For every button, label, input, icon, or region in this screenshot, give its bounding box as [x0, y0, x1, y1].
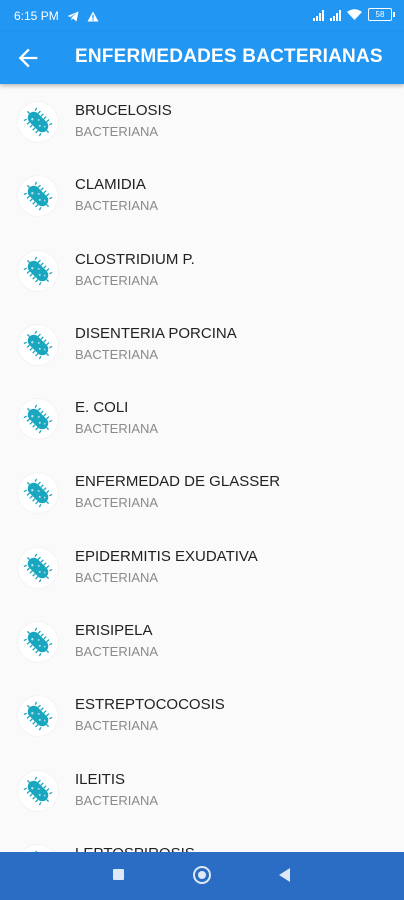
avatar: [18, 399, 58, 440]
list-item[interactable]: CLOSTRIDIUM P. BACTERIANA: [0, 233, 404, 307]
status-time: 6:15 PM: [14, 9, 59, 23]
list-item[interactable]: ENFERMEDAD DE GLASSER BACTERIANA: [0, 455, 404, 529]
item-title: ERISIPELA: [75, 622, 153, 640]
back-button[interactable]: [279, 868, 290, 882]
item-subtitle: BACTERIANA: [75, 198, 159, 214]
list-item[interactable]: DISENTERIA PORCINA BACTERIANA: [0, 307, 404, 381]
status-right: 58: [313, 8, 395, 21]
item-title: CLAMIDIA: [75, 176, 146, 194]
list-item[interactable]: CLAMIDIA BACTERIANA: [0, 158, 404, 232]
bacteria-icon: [23, 404, 53, 434]
list-item[interactable]: BRUCELOSIS BACTERIANA: [0, 84, 404, 158]
item-title: EPIDERMITIS EXUDATIVA: [75, 547, 258, 565]
avatar: [18, 622, 58, 663]
status-bar: 6:15 PM 58: [0, 0, 404, 32]
page-title: ENFERMEDADES BACTERIANAS: [75, 46, 383, 67]
recents-button[interactable]: [113, 869, 124, 880]
avatar: [18, 324, 58, 365]
bacteria-icon: [23, 107, 53, 137]
avatar: [18, 473, 58, 514]
signal-icon-2: [330, 9, 341, 21]
item-title: ILEITIS: [75, 770, 126, 788]
avatar: [18, 176, 58, 217]
bacteria-icon: [23, 479, 53, 508]
item-title: E. COLI: [75, 399, 129, 417]
item-subtitle: BACTERIANA: [75, 421, 159, 437]
bacteria-icon: [23, 553, 53, 583]
bacteria-icon: [23, 330, 53, 360]
item-subtitle: BACTERIANA: [75, 718, 159, 734]
signal-icon: [313, 9, 324, 21]
bacteria-icon: [23, 776, 53, 806]
wifi-icon: [347, 9, 362, 20]
item-subtitle: BACTERIANA: [75, 124, 159, 139]
bacteria-icon: [23, 256, 53, 286]
status-left: 6:15 PM: [14, 9, 99, 23]
disease-list: BRUCELOSIS BACTERIANA CLAMIDIA BACTERIANA CL…: [0, 84, 404, 852]
list-item[interactable]: E. COLI BACTERIANA: [0, 381, 404, 455]
avatar: [18, 770, 58, 811]
item-subtitle: BACTERIANA: [75, 569, 159, 585]
item-subtitle: BACTERIANA: [75, 272, 159, 288]
list-item[interactable]: ERISIPELA BACTERIANA: [0, 604, 404, 678]
item-title: ESTREPTOCOCOSIS: [75, 696, 225, 714]
home-button[interactable]: [193, 866, 211, 884]
avatar: [18, 547, 58, 588]
avatar: [18, 844, 58, 852]
list-item[interactable]: ILEITIS BACTERIANA: [0, 753, 404, 827]
item-title: BRUCELOSIS: [75, 102, 172, 119]
avatar: [18, 250, 58, 291]
list-item[interactable]: ESTREPTOCOCOSIS BACTERIANA: [0, 678, 404, 752]
item-subtitle: BACTERIANA: [75, 644, 159, 660]
item-subtitle: BACTERIANA: [75, 792, 159, 808]
bacteria-icon: [23, 181, 53, 211]
arrow-back-icon[interactable]: [14, 44, 42, 72]
item-title: CLOSTRIDIUM P.: [75, 250, 195, 268]
bacteria-icon: [23, 627, 53, 657]
item-subtitle: BACTERIANA: [75, 346, 159, 362]
system-nav-bar: [0, 852, 404, 900]
app-bar: ENFERMEDADES BACTERIANAS: [0, 32, 404, 84]
bacteria-icon: [23, 701, 53, 731]
item-title: ENFERMEDAD DE GLASSER: [75, 473, 281, 491]
list-item[interactable]: EPIDERMITIS EXUDATIVA BACTERIANA: [0, 530, 404, 604]
item-subtitle: BACTERIANA: [75, 495, 159, 511]
list-item[interactable]: LEPTOSPIROSIS: [0, 827, 404, 852]
warning-icon: [87, 11, 99, 21]
battery-icon: 58: [368, 8, 395, 21]
item-title: DISENTERIA PORCINA: [75, 324, 237, 342]
avatar: [18, 102, 58, 142]
avatar: [18, 696, 58, 737]
telegram-icon: [67, 11, 79, 21]
item-title: LEPTOSPIROSIS: [75, 845, 195, 852]
